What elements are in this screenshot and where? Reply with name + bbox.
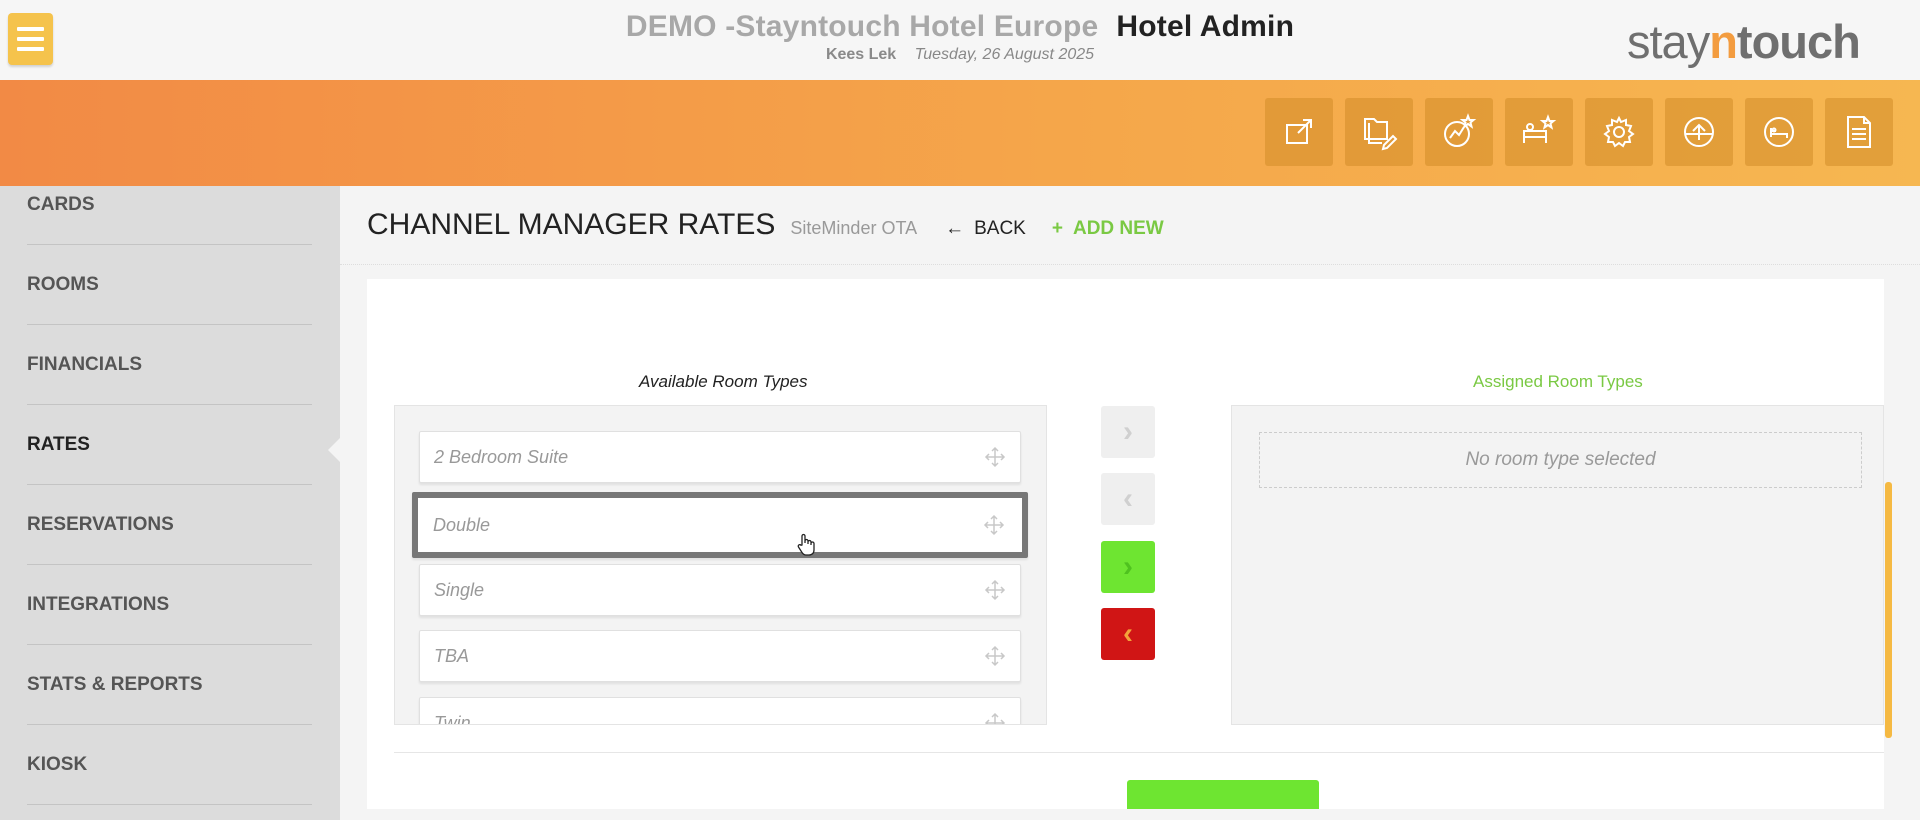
plus-icon: + <box>1051 218 1063 239</box>
drag-move-icon[interactable] <box>984 446 1006 468</box>
list-item-selected[interactable]: Double <box>412 492 1028 558</box>
header-divider <box>340 264 1920 266</box>
sidebar-item-stats-reports[interactable]: STATS & REPORTS <box>27 645 312 725</box>
sidebar-item-label: STATS & REPORTS <box>27 673 203 695</box>
chart-star-icon[interactable] <box>1425 98 1493 166</box>
sidebar-item-label: FINANCIALS <box>27 353 143 375</box>
sidebar-item-rooms[interactable]: ROOMS <box>27 245 312 325</box>
back-label: BACK <box>974 218 1026 239</box>
assigned-room-types-title: Assigned Room Types <box>1473 372 1643 391</box>
list-item[interactable]: TBA <box>419 630 1021 682</box>
save-button[interactable] <box>1127 780 1319 809</box>
sidebar-item-label: RESERVATIONS <box>27 513 174 535</box>
room-type-panel: Available Room Types Assigned Room Types… <box>367 279 1884 809</box>
room-star-icon[interactable] <box>1505 98 1573 166</box>
sidebar-item-label: RATES <box>27 433 90 455</box>
unassign-all-button[interactable]: ‹ <box>1101 608 1155 660</box>
empty-state: No room type selected <box>1259 432 1862 488</box>
available-room-list[interactable]: 2 Bedroom Suite Double Single TBA Twin <box>394 405 1047 725</box>
assign-all-button[interactable]: › <box>1101 541 1155 593</box>
user-name: Kees Lek <box>825 46 897 63</box>
chevron-right-icon: › <box>1123 415 1133 448</box>
sidebar-item-reservations[interactable]: RESERVATIONS <box>27 485 312 565</box>
panel-divider <box>394 752 1884 753</box>
list-item[interactable]: 2 Bedroom Suite <box>419 431 1021 483</box>
move-right-button[interactable]: › <box>1101 406 1155 458</box>
settings-gear-icon[interactable] <box>1585 98 1653 166</box>
export-icon[interactable] <box>1265 98 1333 166</box>
upload-circle-icon[interactable] <box>1665 98 1733 166</box>
page-title: CHANNEL MANAGER RATES <box>367 208 776 241</box>
chevron-left-icon: ‹ <box>1123 617 1133 650</box>
current-date: Tuesday, 26 August 2025 <box>914 46 1095 63</box>
sidebar-item-label: INTEGRATIONS <box>27 593 170 615</box>
sidebar-nav: CARDS ROOMS FINANCIALS RATES RESERVATION… <box>0 186 340 820</box>
sidebar-item-kiosk[interactable]: KIOSK <box>27 725 312 805</box>
top-header: DEMO -Stayntouch Hotel Europe Hotel Admin… <box>0 0 1920 80</box>
hand-cursor-icon <box>797 533 815 556</box>
chevron-right-icon: › <box>1123 550 1133 583</box>
sidebar-item-financials[interactable]: FINANCIALS <box>27 325 312 405</box>
move-left-button[interactable]: ‹ <box>1101 473 1155 525</box>
hotel-name: DEMO -Stayntouch Hotel Europe <box>625 10 1099 43</box>
drag-move-icon[interactable] <box>984 645 1006 667</box>
main-content: CHANNEL MANAGER RATES SiteMinder OTA ← BA… <box>340 186 1920 820</box>
drag-move-icon[interactable] <box>984 712 1006 725</box>
drag-move-icon[interactable] <box>984 579 1006 601</box>
folder-edit-icon[interactable] <box>1345 98 1413 166</box>
sidebar-item-label: ROOMS <box>27 273 99 295</box>
stayntouch-logo: stayntouch <box>1627 15 1861 68</box>
vertical-scrollbar[interactable] <box>1885 482 1892 738</box>
sidebar-item-label: KIOSK <box>27 753 88 775</box>
list-item[interactable]: Single <box>419 564 1021 616</box>
sidebar-item-cards[interactable]: CARDS <box>27 165 312 245</box>
document-icon[interactable] <box>1825 98 1893 166</box>
drag-move-icon[interactable] <box>983 514 1005 536</box>
sidebar-item-label: CARDS <box>27 193 95 215</box>
assigned-room-list[interactable]: No room type selected <box>1231 405 1884 725</box>
page-header: CHANNEL MANAGER RATES SiteMinder OTA ← BA… <box>367 208 1164 242</box>
app-name: Hotel Admin <box>1116 10 1295 43</box>
sidebar-item-integrations[interactable]: INTEGRATIONS <box>27 565 312 645</box>
add-new-label: ADD NEW <box>1072 218 1164 239</box>
back-button[interactable]: ← BACK <box>945 218 1026 240</box>
toolbar-icons <box>1265 98 1893 166</box>
list-item[interactable]: Twin <box>419 697 1021 725</box>
sidebar-item-rates[interactable]: RATES <box>27 405 312 485</box>
arrow-left-icon: ← <box>945 218 965 239</box>
available-room-types-title: Available Room Types <box>639 372 808 391</box>
add-new-button[interactable]: + ADD NEW <box>1052 218 1164 240</box>
chevron-left-icon: ‹ <box>1123 482 1133 515</box>
page-subtitle: SiteMinder OTA <box>790 218 918 238</box>
bed-circle-icon[interactable] <box>1745 98 1813 166</box>
